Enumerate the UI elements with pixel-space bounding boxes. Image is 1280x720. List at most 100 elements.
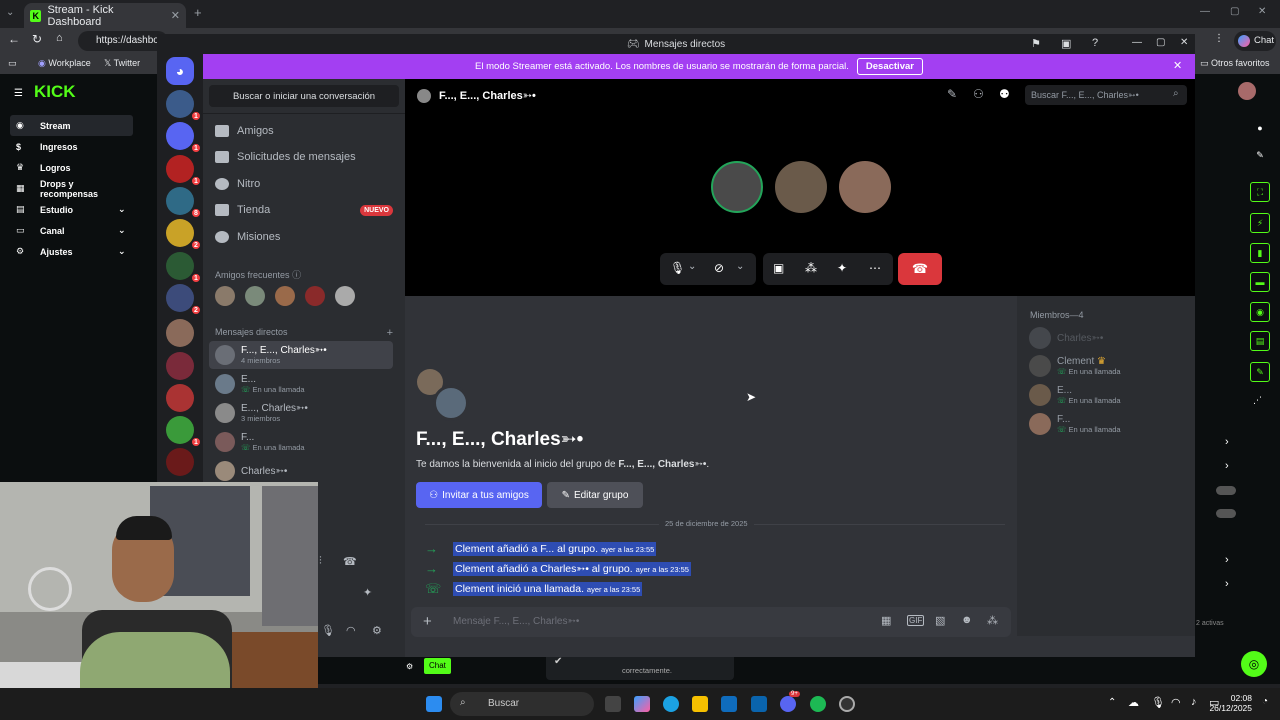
- screen-icon[interactable]: ▣: [1061, 37, 1071, 50]
- dm-item[interactable]: E..., Charles➳• 3 miembros: [209, 399, 393, 427]
- server-icon[interactable]: 1: [166, 155, 202, 187]
- disconnect-icon[interactable]: ☎: [343, 555, 357, 568]
- settings-gear-icon[interactable]: ⚙: [406, 662, 413, 671]
- onedrive-icon[interactable]: ☁: [1128, 696, 1139, 709]
- discord-home-icon[interactable]: ◕: [166, 57, 194, 85]
- outlook-icon[interactable]: [751, 696, 767, 712]
- deactivate-button[interactable]: Desactivar: [856, 58, 923, 75]
- bookmark-twitter[interactable]: 𝕏 Twitter: [104, 58, 140, 69]
- frequent-friend-avatar[interactable]: [335, 286, 355, 306]
- apps-icon[interactable]: ⁂: [987, 614, 998, 627]
- member-item[interactable]: F... ☏ En una llamada: [1029, 413, 1121, 435]
- kick-nav-drops[interactable]: ▦ Drops y recompensas: [10, 178, 133, 199]
- copilot-icon[interactable]: [634, 696, 650, 712]
- nav-amigos[interactable]: Amigos: [215, 125, 274, 137]
- server-icon[interactable]: [166, 352, 194, 380]
- minimize-icon[interactable]: —: [1132, 37, 1142, 48]
- search-input[interactable]: Buscar o iniciar una conversación: [209, 85, 399, 107]
- copilot-chat-button[interactable]: Chat: [1234, 31, 1276, 51]
- soundboard-icon[interactable]: ✦: [837, 261, 847, 275]
- close-browser-icon[interactable]: ✕: [1258, 6, 1266, 17]
- chevron-down-icon[interactable]: ⌄: [688, 261, 696, 272]
- menu-dots-icon[interactable]: ⋮: [1214, 33, 1224, 44]
- kick-avatar[interactable]: [1238, 82, 1256, 100]
- microphone-icon[interactable]: 🎙︎: [670, 261, 685, 275]
- chevron-right-icon[interactable]: ›: [1225, 436, 1229, 448]
- sticker-icon[interactable]: ▧: [935, 614, 945, 627]
- volume-icon[interactable]: ♪: [1191, 696, 1197, 708]
- kick-nav-ingresos[interactable]: $ Ingresos: [10, 136, 133, 157]
- close-banner-icon[interactable]: ✕: [1173, 59, 1182, 72]
- invite-friends-button[interactable]: ⚇ Invitar a tus amigos: [416, 482, 542, 508]
- pin-icon[interactable]: ✎: [947, 87, 957, 101]
- panel-button-2[interactable]: ⚡: [1250, 213, 1270, 233]
- panel-button-5[interactable]: ◉: [1250, 302, 1270, 322]
- add-friend-icon[interactable]: ⚇: [973, 87, 984, 101]
- microphone-icon[interactable]: 🎙︎: [321, 624, 335, 637]
- panel-button-3[interactable]: ▮: [1250, 243, 1270, 263]
- call-participant-avatar[interactable]: [711, 161, 763, 213]
- settings-gear-icon[interactable]: ⚙: [372, 624, 382, 637]
- tab-list-icon[interactable]: ⌄: [6, 7, 14, 18]
- edit-group-button[interactable]: ✎ Editar grupo: [547, 482, 643, 508]
- frequent-friend-avatar[interactable]: [275, 286, 295, 306]
- kick-nav-ajustes[interactable]: ⚙ Ajustes ⌄: [10, 241, 133, 262]
- home-icon[interactable]: ⌂: [56, 32, 63, 44]
- more-options-icon[interactable]: ⋯: [869, 261, 881, 275]
- nav-solicitudes[interactable]: Solicitudes de mensajes: [215, 151, 356, 163]
- bookmark-workplace[interactable]: ◉ Workplace: [38, 58, 91, 69]
- maximize-icon[interactable]: ▢: [1156, 37, 1165, 48]
- kick-nav-logros[interactable]: ♛ Logros: [10, 157, 133, 178]
- back-icon[interactable]: ←: [8, 32, 20, 46]
- emoji-icon[interactable]: ☻: [961, 614, 973, 626]
- chevron-right-icon[interactable]: ›: [1225, 578, 1229, 590]
- activities-icon[interactable]: ⁂: [805, 261, 817, 275]
- task-view-icon[interactable]: [605, 696, 621, 712]
- store-icon[interactable]: [721, 696, 737, 712]
- panel-button-1[interactable]: ⛶: [1250, 182, 1270, 202]
- bookmarks-menu-icon[interactable]: ▭: [8, 58, 17, 69]
- call-participant-avatar[interactable]: [839, 161, 891, 213]
- add-dm-icon[interactable]: +: [387, 327, 393, 339]
- call-participant-avatar[interactable]: [775, 161, 827, 213]
- end-call-button[interactable]: ☎: [898, 253, 942, 285]
- inbox-icon[interactable]: ⚑: [1031, 37, 1041, 50]
- hamburger-icon[interactable]: ☰: [14, 88, 23, 99]
- voice-waveform-icon[interactable]: ⫶: [319, 555, 322, 568]
- server-icon[interactable]: [166, 448, 194, 476]
- close-window-icon[interactable]: ✕: [1180, 37, 1188, 48]
- chevron-down-icon[interactable]: ⌄: [736, 261, 744, 272]
- message-input[interactable]: Mensaje F..., E..., Charles➳•: [453, 616, 579, 627]
- dm-item[interactable]: Charles➳•: [209, 457, 393, 485]
- edit-icon[interactable]: ✎: [1250, 145, 1270, 165]
- taskbar-search[interactable]: ⌕ Buscar: [450, 692, 594, 716]
- chevron-right-icon[interactable]: ›: [1225, 460, 1229, 472]
- frequent-friend-avatar[interactable]: [215, 286, 235, 306]
- discord-taskbar-icon[interactable]: 9+: [780, 691, 800, 712]
- activity-icon[interactable]: ✦: [363, 586, 372, 599]
- maximize-browser-icon[interactable]: ▢: [1230, 6, 1239, 17]
- chevron-right-icon[interactable]: ›: [1225, 554, 1229, 566]
- gift-icon[interactable]: ▦: [881, 614, 891, 627]
- members-icon[interactable]: ⚉: [999, 87, 1010, 101]
- chat-search-input[interactable]: Buscar F..., E..., Charles➳•: [1025, 85, 1187, 105]
- dm-item-group[interactable]: F..., E..., Charles➳• 4 miembros: [209, 341, 393, 369]
- kick-chat-tab[interactable]: Chat: [424, 658, 451, 674]
- browser-tab[interactable]: K Stream - Kick Dashboard ✕: [24, 3, 186, 28]
- dm-item[interactable]: F... ☏ En una llamada: [209, 428, 393, 456]
- server-icon[interactable]: [166, 319, 194, 347]
- server-icon[interactable]: 1: [166, 416, 202, 448]
- member-item[interactable]: Charles➳•: [1029, 327, 1103, 349]
- kick-logo[interactable]: KICK: [34, 82, 76, 102]
- info-icon[interactable]: ●: [1250, 118, 1270, 138]
- member-item[interactable]: Clement ♛ ☏ En una llamada: [1029, 355, 1121, 377]
- member-item[interactable]: E... ☏ En una llamada: [1029, 384, 1121, 406]
- server-icon[interactable]: 1: [166, 122, 202, 154]
- nav-tienda[interactable]: Tienda NUEVO: [215, 204, 393, 216]
- url-input[interactable]: https://dashbo: [78, 31, 168, 51]
- add-attachment-icon[interactable]: +: [423, 613, 432, 630]
- camera-off-icon[interactable]: ⊘: [714, 261, 724, 275]
- windows-start-icon[interactable]: [426, 696, 442, 712]
- kick-nav-estudio[interactable]: ▤ Estudio ⌄: [10, 199, 133, 220]
- nav-misiones[interactable]: Misiones: [215, 231, 280, 243]
